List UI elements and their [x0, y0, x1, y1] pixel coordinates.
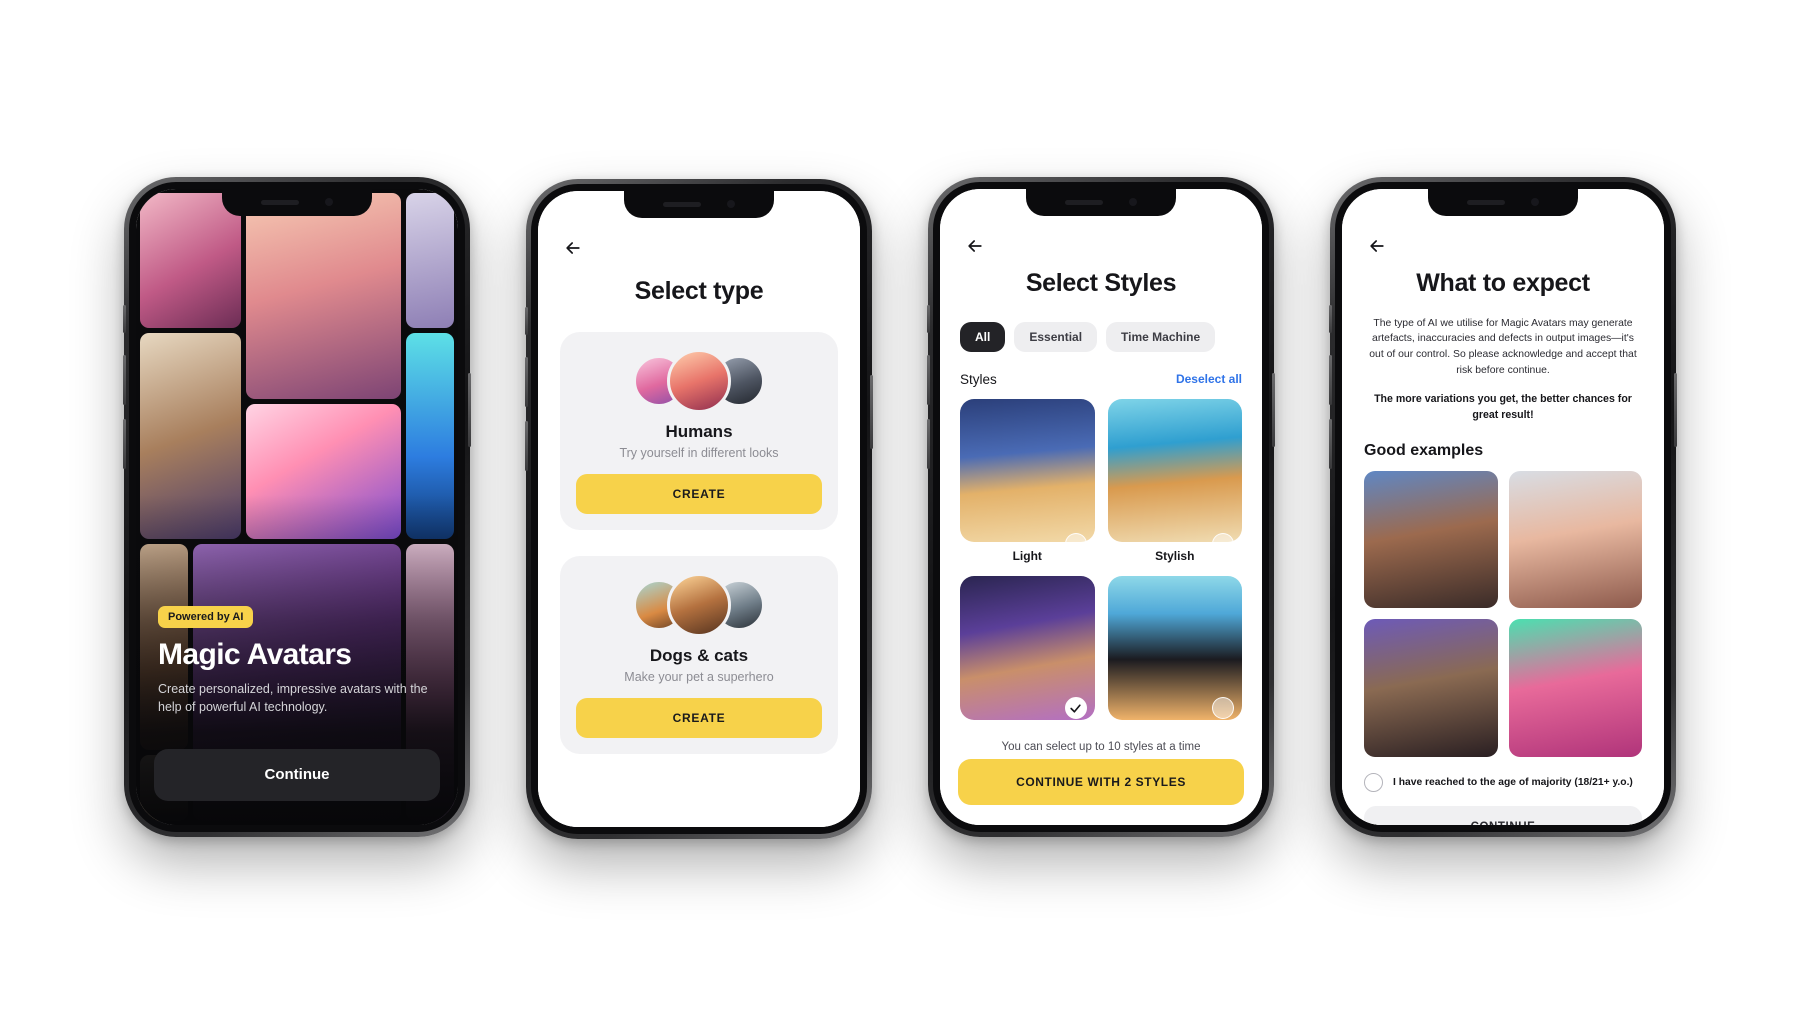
style-card-galaxy[interactable]	[960, 576, 1095, 727]
screen-select-styles: Select Styles All Essential Time Machine…	[940, 188, 1262, 825]
power-button	[1272, 372, 1275, 447]
hero-background: Powered by AI Magic Avatars Create perso…	[136, 188, 458, 825]
front-camera-icon	[727, 200, 735, 208]
style-card-light[interactable]: Light	[960, 398, 1095, 563]
avatar-row	[576, 572, 822, 637]
age-consent-row[interactable]: I have reached to the age of majority (1…	[1364, 772, 1642, 792]
volume-up-button	[525, 356, 528, 407]
earpiece-speaker	[1467, 199, 1505, 205]
type-card-dogs-cats[interactable]: Dogs & cats Make your pet a superhero CR…	[560, 555, 838, 754]
continue-with-styles-button[interactable]: CONTINUE WITH 2 STYLES	[958, 758, 1244, 805]
phone-mockup-stage: Powered by AI Magic Avatars Create perso…	[0, 0, 1800, 1013]
device-notch	[222, 188, 372, 216]
power-button	[468, 372, 471, 447]
device-notch	[1026, 188, 1176, 216]
device-notch	[624, 190, 774, 218]
screen-what-to-expect: What to expect The type of AI we utilise…	[1342, 188, 1664, 825]
filter-chip-all[interactable]: All	[960, 321, 1006, 352]
age-consent-label: I have reached to the age of majority (1…	[1393, 776, 1633, 788]
front-camera-icon	[325, 198, 333, 206]
collage-tile	[140, 192, 242, 329]
selection-hint: You can select up to 10 styles at a time	[1001, 741, 1201, 754]
volume-up-button	[927, 354, 930, 405]
example-image	[1364, 470, 1498, 609]
style-checkbox[interactable]	[1064, 697, 1087, 720]
filter-chip-time-machine[interactable]: Time Machine	[1106, 321, 1216, 352]
phone-what-to-expect: What to expect The type of AI we utilise…	[1329, 176, 1677, 837]
earpiece-speaker	[663, 201, 701, 207]
collage-tile	[405, 192, 454, 329]
back-arrow-icon[interactable]	[1364, 233, 1390, 259]
mute-switch	[1329, 304, 1332, 333]
continue-button[interactable]: Continue	[154, 748, 440, 801]
volume-up-button	[123, 354, 126, 405]
style-card-stylish[interactable]: Stylish	[1107, 398, 1242, 563]
power-button	[1674, 372, 1677, 447]
power-button	[870, 374, 873, 449]
phone-select-type: Select type Humans Try yourself in diffe…	[525, 178, 873, 839]
type-card-humans[interactable]: Humans Try yourself in different looks C…	[560, 331, 838, 530]
styles-section-header: Styles Deselect all	[940, 372, 1262, 387]
styles-grid: Light Stylish	[940, 387, 1262, 728]
card-subtitle: Make your pet a superhero	[624, 669, 774, 684]
style-thumbnail	[960, 398, 1095, 543]
deselect-all-link[interactable]: Deselect all	[1176, 372, 1242, 386]
styles-label: Styles	[960, 371, 997, 387]
what-to-expect-content: What to expect The type of AI we utilise…	[1342, 188, 1664, 825]
card-title: Dogs & cats	[649, 645, 749, 665]
create-button-humans[interactable]: CREATE	[576, 473, 822, 514]
continue-button[interactable]: CONTINUE	[1364, 805, 1642, 825]
hero-subtitle: Create personalized, impressive avatars …	[158, 682, 428, 715]
phone-onboarding-hero: Powered by AI Magic Avatars Create perso…	[123, 176, 471, 837]
hero-content: Powered by AI Magic Avatars Create perso…	[158, 606, 436, 716]
page-title: What to expect	[1416, 268, 1590, 297]
good-examples-grid	[1364, 470, 1642, 757]
avatar	[667, 572, 731, 637]
card-subtitle: Try yourself in different looks	[619, 445, 779, 460]
phone-select-styles: Select Styles All Essential Time Machine…	[927, 176, 1275, 837]
style-checkbox[interactable]	[1064, 533, 1087, 556]
volume-down-button	[1329, 418, 1332, 469]
front-camera-icon	[1531, 198, 1539, 206]
collage-tile	[246, 192, 401, 399]
mute-switch	[123, 304, 126, 333]
screen-onboarding-hero: Powered by AI Magic Avatars Create perso…	[136, 188, 458, 825]
page-title: Select Styles	[1025, 268, 1177, 297]
earpiece-speaker	[1065, 199, 1103, 205]
disclaimer-text: The type of AI we utilise for Magic Avat…	[1369, 317, 1637, 376]
avatar-row	[576, 348, 822, 413]
card-title: Humans	[665, 421, 733, 441]
page-title: Select type	[634, 276, 764, 305]
filter-chip-essential[interactable]: Essential	[1014, 321, 1098, 352]
style-thumbnail	[1107, 398, 1242, 543]
style-filter-tabs: All Essential Time Machine	[940, 321, 1262, 352]
create-button-dogs-cats[interactable]: CREATE	[576, 697, 822, 738]
style-card-cat[interactable]	[1107, 576, 1242, 727]
back-arrow-icon[interactable]	[560, 235, 586, 261]
volume-up-button	[1329, 354, 1332, 405]
example-image	[1508, 470, 1642, 609]
avatar	[667, 348, 731, 413]
volume-down-button	[525, 420, 528, 471]
volume-down-button	[927, 418, 930, 469]
mute-switch	[525, 306, 528, 335]
age-consent-checkbox[interactable]	[1364, 772, 1383, 792]
powered-by-ai-badge: Powered by AI	[158, 606, 254, 629]
variations-note: The more variations you get, the better …	[1374, 392, 1632, 421]
example-image	[1364, 619, 1498, 757]
mute-switch	[927, 304, 930, 333]
front-camera-icon	[1129, 198, 1137, 206]
volume-down-button	[123, 418, 126, 469]
select-type-content: Select type Humans Try yourself in diffe…	[538, 190, 860, 827]
device-notch	[1428, 188, 1578, 216]
page-title: Magic Avatars	[158, 638, 352, 672]
good-examples-title: Good examples	[1364, 441, 1484, 459]
screen-select-type: Select type Humans Try yourself in diffe…	[538, 190, 860, 827]
example-image	[1508, 619, 1642, 757]
back-arrow-icon[interactable]	[962, 233, 988, 259]
select-styles-content: Select Styles All Essential Time Machine…	[940, 188, 1262, 825]
earpiece-speaker	[261, 199, 299, 205]
